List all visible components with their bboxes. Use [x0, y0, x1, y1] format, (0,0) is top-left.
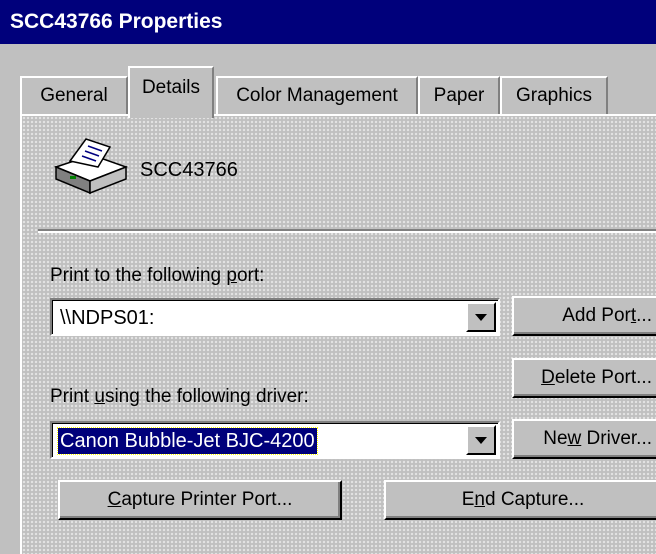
- tab-label: Paper: [433, 85, 485, 106]
- add-port-button[interactable]: Add Port...: [512, 296, 656, 336]
- capture-printer-port-button[interactable]: Capture Printer Port...: [58, 480, 342, 520]
- tab-graphics[interactable]: Graphics: [500, 76, 608, 116]
- tab-color-management[interactable]: Color Management: [216, 76, 418, 116]
- driver-dropdown[interactable]: Canon Bubble-Jet BJC-4200: [50, 421, 500, 459]
- end-capture-button[interactable]: End Capture...: [384, 480, 656, 520]
- tab-label: Graphics: [515, 85, 593, 106]
- driver-value: Canon Bubble-Jet BJC-4200: [57, 427, 318, 455]
- tab-label: General: [40, 85, 108, 106]
- delete-port-button[interactable]: Delete Port...: [512, 358, 656, 398]
- printer-name: SCC43766: [140, 159, 238, 181]
- port-label: Print to the following port:: [50, 265, 265, 286]
- tab-label: Details: [141, 77, 201, 98]
- port-value: \\NDPS01:: [60, 307, 155, 329]
- chevron-down-icon: [475, 314, 487, 321]
- driver-label: Print using the following driver:: [50, 386, 309, 407]
- chevron-down-icon: [475, 437, 487, 444]
- tab-label: Color Management: [236, 85, 398, 106]
- port-dropdown-button[interactable]: [466, 302, 496, 332]
- new-driver-button[interactable]: New Driver...: [512, 419, 656, 459]
- printer-icon: [52, 133, 130, 195]
- separator-highlight: [38, 231, 656, 233]
- port-dropdown[interactable]: \\NDPS01:: [50, 298, 500, 336]
- window-title: SCC43766 Properties: [10, 10, 223, 33]
- driver-dropdown-button[interactable]: [466, 425, 496, 455]
- tab-details[interactable]: Details: [128, 66, 214, 118]
- tab-general[interactable]: General: [20, 76, 128, 116]
- tab-paper[interactable]: Paper: [418, 76, 500, 116]
- title-bar[interactable]: SCC43766 Properties: [0, 0, 656, 44]
